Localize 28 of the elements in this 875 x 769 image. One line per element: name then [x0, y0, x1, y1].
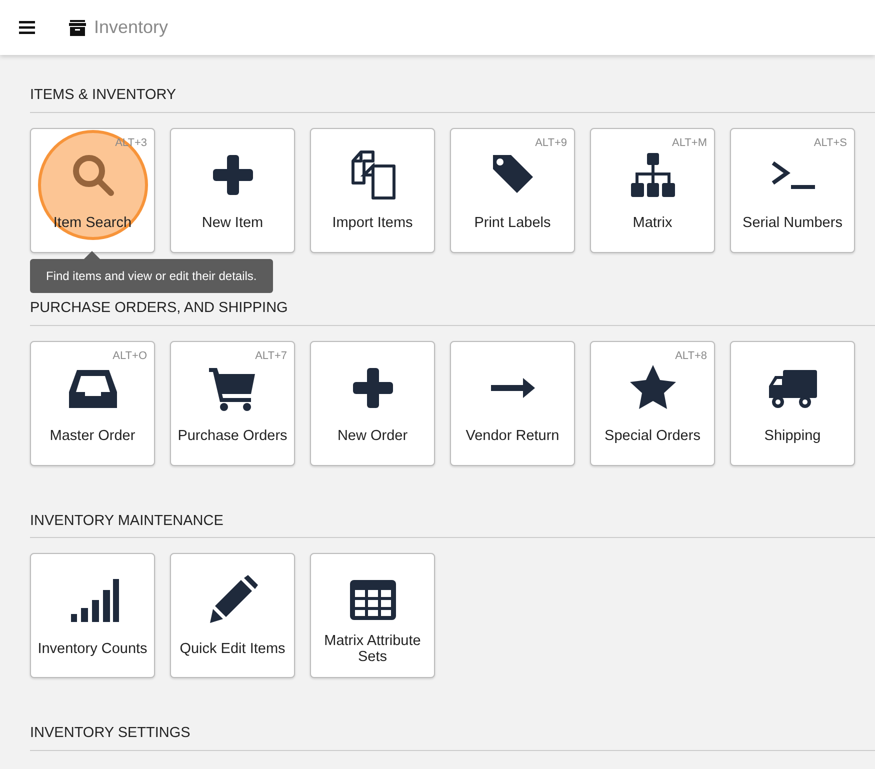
section-heading: PURCHASE ORDERS, AND SHIPPING — [30, 298, 875, 326]
tile-button[interactable]: Quick Edit Items — [170, 553, 295, 678]
tile-button[interactable]: Inventory Counts — [30, 553, 155, 678]
tile-button[interactable]: Import Items — [310, 128, 435, 253]
section-heading: ITEMS & INVENTORY — [30, 85, 875, 113]
tile-button[interactable]: ALT+9 Print Labels — [450, 128, 575, 253]
tile-button[interactable]: ALT+M Matrix — [590, 128, 715, 253]
tile-button[interactable]: New Item — [170, 128, 295, 253]
shortcut-label: ALT+O — [112, 348, 147, 364]
section-heading: INVENTORY MAINTENANCE — [30, 510, 875, 538]
tile-button[interactable]: Matrix Attribute Sets — [310, 553, 435, 678]
tile-button[interactable]: ALT+S Serial Numbers — [730, 128, 855, 253]
shortcut-label: ALT+S — [814, 136, 847, 151]
shortcut-label: ALT+8 — [675, 348, 707, 364]
tile-button[interactable]: ALT+7 Purchase Orders — [170, 340, 295, 466]
shortcut-label: ALT+9 — [535, 136, 567, 151]
tile-button[interactable]: ALT+8 Special Orders — [590, 340, 715, 466]
tile-button[interactable]: Shipping — [730, 340, 855, 466]
tile-button[interactable]: Vendor Return — [450, 340, 575, 466]
shortcut-label: ALT+7 — [255, 348, 287, 364]
tile-button[interactable]: ALT+O Master Order — [30, 340, 155, 466]
page-title: Inventory — [94, 16, 168, 39]
tile-button[interactable]: New Order — [310, 340, 435, 466]
shortcut-label: ALT+M — [672, 136, 707, 151]
menu-icon — [18, 21, 34, 34]
tooltip: Find items and view or edit their details. — [30, 258, 273, 293]
section-heading: INVENTORY SETTINGS — [30, 723, 875, 751]
archive-icon — [69, 20, 86, 36]
